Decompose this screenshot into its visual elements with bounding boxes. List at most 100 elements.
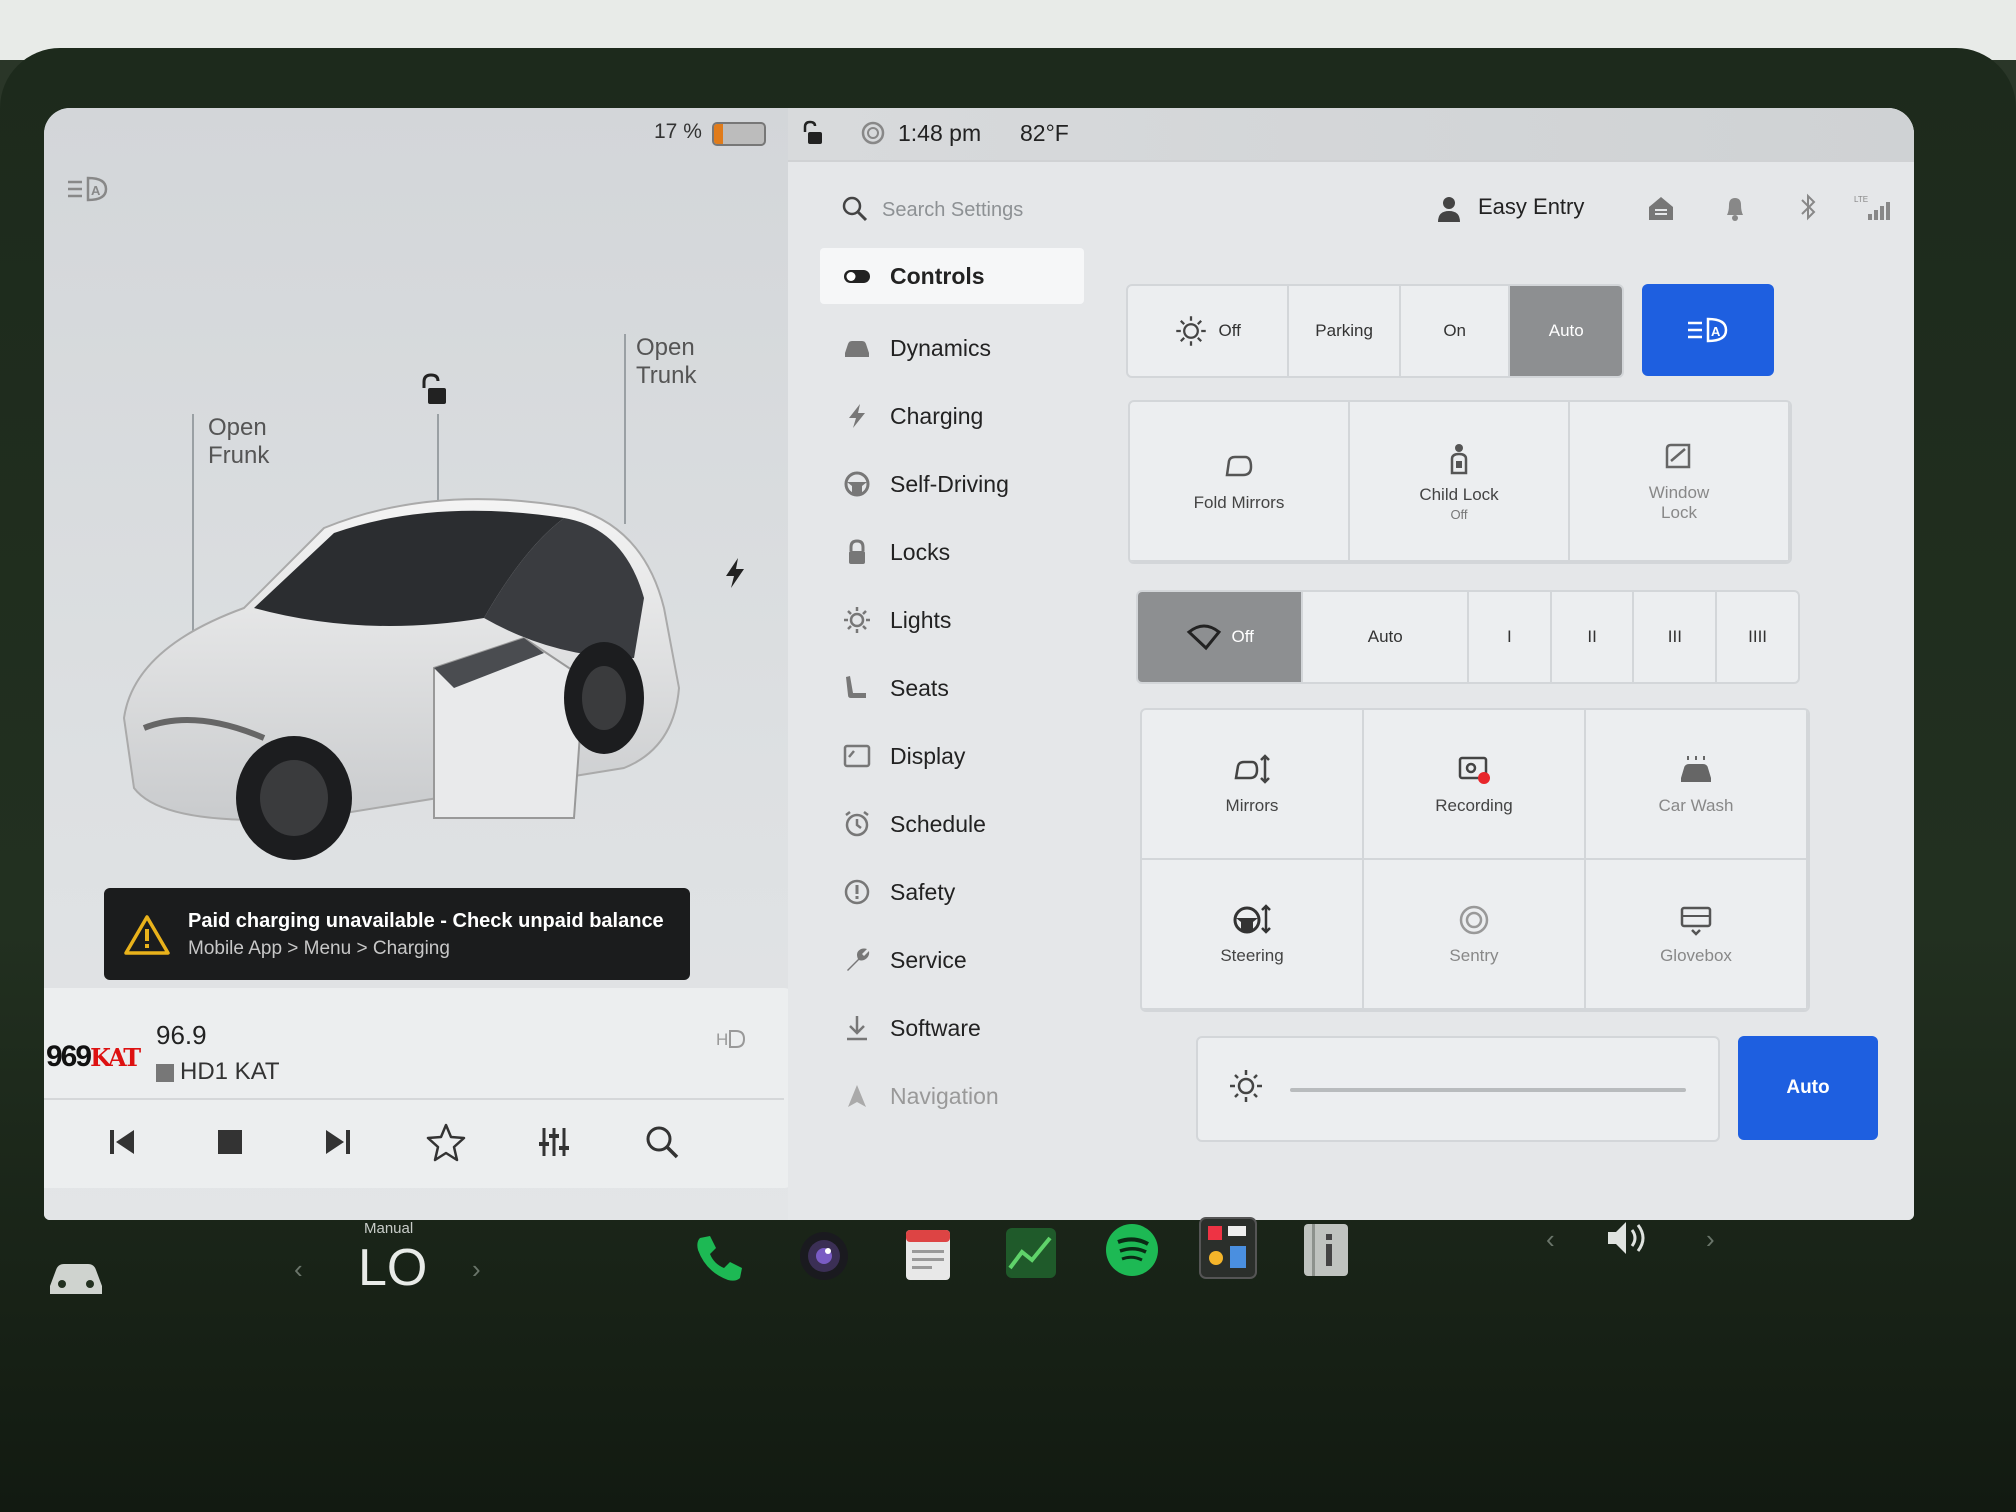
- child-lock-button[interactable]: Child Lock Off: [1350, 402, 1570, 562]
- nav-item-locks[interactable]: Locks: [820, 518, 1084, 586]
- search-settings-input[interactable]: [880, 190, 1204, 230]
- temp-up-chevron-icon[interactable]: ›: [472, 1254, 481, 1285]
- car-wash-button[interactable]: Car Wash: [1586, 710, 1808, 860]
- station-logo-number: 969: [46, 1040, 92, 1073]
- nav-item-controls[interactable]: Controls: [820, 248, 1084, 304]
- nav-item-display[interactable]: Display: [820, 722, 1084, 790]
- bell-icon[interactable]: [1722, 194, 1748, 222]
- steering-adjust-button[interactable]: Steering: [1142, 860, 1364, 1010]
- svg-text:A: A: [1711, 324, 1721, 339]
- spotify-icon[interactable]: [1104, 1222, 1160, 1278]
- lock-status-icon[interactable]: [800, 120, 824, 146]
- energy-app-icon[interactable]: [1004, 1226, 1058, 1280]
- stop-icon[interactable]: [206, 1118, 254, 1166]
- headlights-off-label: Off: [1218, 321, 1241, 340]
- toybox-icon[interactable]: [1198, 1216, 1258, 1280]
- headlights-off-button[interactable]: Off: [1128, 286, 1290, 376]
- equalizer-icon[interactable]: [530, 1118, 578, 1166]
- nav-label: Lights: [890, 606, 952, 633]
- open-frunk-label-1: Open: [208, 414, 267, 441]
- mirrors-adjust-button[interactable]: Mirrors: [1142, 710, 1364, 860]
- temp-down-chevron-icon[interactable]: ‹: [294, 1254, 303, 1285]
- next-track-icon[interactable]: [314, 1118, 362, 1166]
- nav-item-charging[interactable]: Charging: [820, 382, 1084, 450]
- nav-item-self-driving[interactable]: Self-Driving: [820, 450, 1084, 518]
- favorite-star-icon[interactable]: [422, 1118, 470, 1166]
- unlock-icon[interactable]: [416, 372, 450, 408]
- wipers-auto-button[interactable]: Auto: [1303, 592, 1469, 682]
- steering-label: Steering: [1220, 946, 1284, 965]
- glovebox-button[interactable]: Glovebox: [1586, 860, 1808, 1010]
- svg-text:A: A: [91, 183, 101, 198]
- nav-label: Seats: [890, 674, 949, 701]
- headlights-parking-button[interactable]: Parking: [1289, 286, 1401, 376]
- profile-name[interactable]: Easy Entry: [1478, 194, 1584, 220]
- child-lock-label: Child Lock: [1419, 484, 1499, 504]
- wipers-speed-2-button[interactable]: II: [1552, 592, 1635, 682]
- window-lock-button[interactable]: Window Lock: [1570, 402, 1790, 562]
- recording-label: Recording: [1435, 796, 1513, 815]
- search-icon[interactable]: [840, 194, 870, 224]
- manual-info-icon[interactable]: [1302, 1222, 1350, 1278]
- nav-item-lights[interactable]: Lights: [820, 586, 1084, 654]
- auto-high-beam-button[interactable]: A: [1642, 284, 1774, 376]
- bluetooth-icon[interactable]: [1798, 192, 1818, 222]
- battery-icon: [712, 122, 766, 146]
- mirrors-label: Mirrors: [1225, 796, 1279, 815]
- station-frequency: 96.9: [156, 1020, 207, 1050]
- brightness-auto-button[interactable]: Auto: [1738, 1036, 1878, 1140]
- nav-item-seats[interactable]: Seats: [820, 654, 1084, 722]
- home-icon[interactable]: [1646, 194, 1676, 222]
- hd-radio-icon[interactable]: H: [714, 1024, 750, 1054]
- wipers-speed-4-button[interactable]: IIII: [1717, 592, 1798, 682]
- nav-item-software[interactable]: Software: [820, 994, 1084, 1062]
- car-image: [122, 498, 681, 860]
- bolt-icon: [849, 404, 865, 428]
- nav-item-navigation[interactable]: Navigation: [820, 1062, 1084, 1130]
- camera-icon[interactable]: [796, 1228, 852, 1284]
- fold-mirrors-button[interactable]: Fold Mirrors: [1130, 402, 1350, 562]
- lock-icon: [849, 539, 865, 564]
- volume-icon[interactable]: [1604, 1218, 1654, 1258]
- nav-item-service[interactable]: Service: [820, 926, 1084, 994]
- fold-mirrors-label: Fold Mirrors: [1193, 493, 1285, 512]
- wipers-speed-3-button[interactable]: III: [1634, 592, 1718, 682]
- charging-alert[interactable]: Paid charging unavailable - Check unpaid…: [104, 888, 690, 980]
- recording-button[interactable]: Recording: [1364, 710, 1586, 860]
- wipers-off-button[interactable]: Off: [1138, 592, 1304, 682]
- auto-headlights-icon[interactable]: A: [66, 172, 110, 206]
- window-lock-label: Window Lock: [1648, 483, 1710, 522]
- sentry-status-icon[interactable]: [860, 120, 886, 146]
- volume-up-chevron-icon[interactable]: ›: [1706, 1224, 1715, 1255]
- media-search-icon[interactable]: [638, 1118, 686, 1166]
- brightness-icon: [1230, 1070, 1262, 1102]
- wipers-selector: Off Auto I II III IIII: [1136, 590, 1800, 684]
- headlights-auto-button[interactable]: Auto: [1510, 286, 1622, 376]
- headlights-on-button[interactable]: On: [1401, 286, 1511, 376]
- nav-label: Dynamics: [890, 334, 991, 361]
- car-controls-icon[interactable]: [46, 1254, 106, 1298]
- display-icon: [843, 744, 871, 768]
- climate-temperature[interactable]: LO: [358, 1238, 427, 1298]
- brightness-slider[interactable]: [1290, 1088, 1686, 1092]
- sun-icon: [1176, 316, 1207, 346]
- open-frunk-button[interactable]: Open Frunk: [208, 414, 269, 470]
- wipers-speed-1-button[interactable]: I: [1469, 592, 1552, 682]
- glovebox-icon: [1680, 906, 1712, 936]
- steering-wheel-icon: [844, 471, 870, 497]
- nav-item-dynamics[interactable]: Dynamics: [820, 314, 1084, 382]
- window-lock-icon: [1665, 443, 1691, 469]
- calendar-icon[interactable]: [902, 1226, 954, 1284]
- previous-track-icon[interactable]: [98, 1118, 146, 1166]
- nav-item-schedule[interactable]: Schedule: [820, 790, 1084, 858]
- glovebox-label: Glovebox: [1660, 946, 1732, 965]
- volume-down-chevron-icon[interactable]: ‹: [1546, 1224, 1555, 1255]
- phone-icon[interactable]: [690, 1230, 748, 1288]
- charge-port-icon[interactable]: [722, 556, 748, 590]
- sentry-mode-button[interactable]: Sentry: [1364, 860, 1586, 1010]
- hd-channel-icon: [156, 1063, 174, 1082]
- sentry-icon: [1459, 905, 1489, 935]
- profile-icon[interactable]: [1434, 194, 1464, 224]
- open-trunk-button[interactable]: Open Trunk: [636, 334, 696, 390]
- nav-item-safety[interactable]: Safety: [820, 858, 1084, 926]
